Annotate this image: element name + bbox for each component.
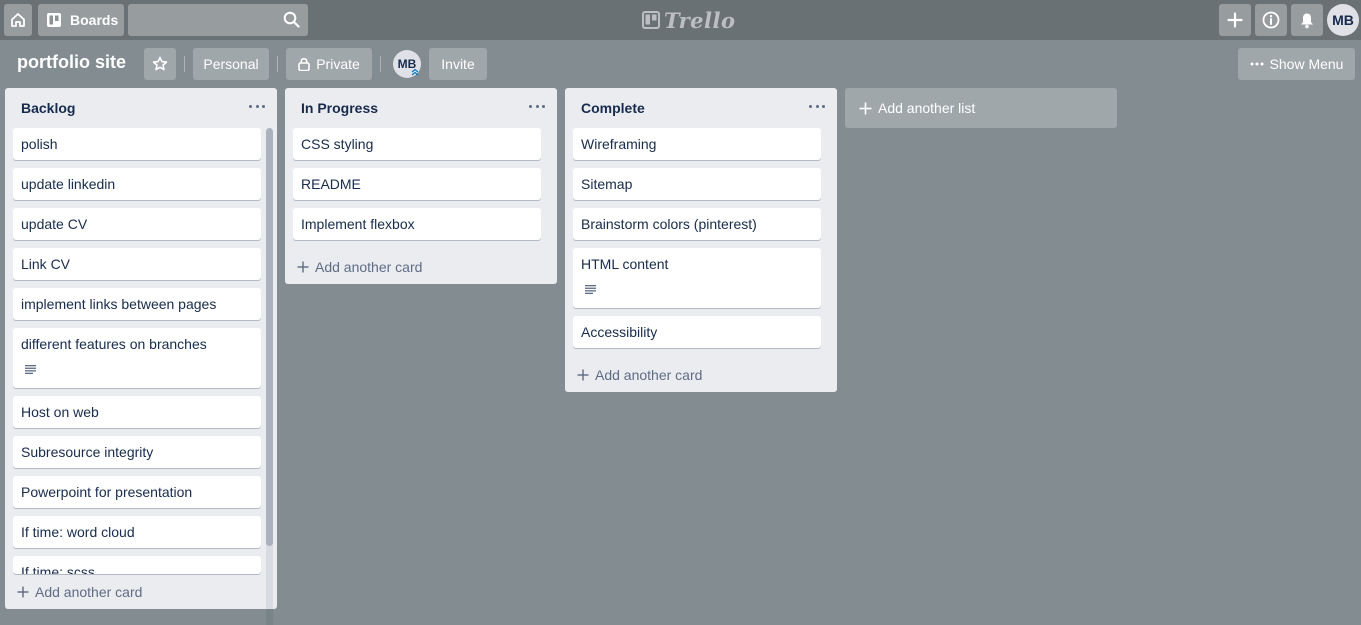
header-divider [380,56,381,72]
invite-label: Invite [441,56,475,72]
invite-button[interactable]: Invite [429,48,487,80]
description-icon [25,365,36,374]
card[interactable]: Sitemap [573,168,821,200]
info-button[interactable] [1255,4,1287,36]
plus-icon [17,586,29,598]
list-in-progress: In Progress CSS styling README Implement… [285,88,557,284]
add-card-label: Add another card [315,259,423,275]
boards-label: Boards [70,12,119,28]
plus-icon [859,102,872,114]
list-scrollbar-thumb[interactable] [266,128,273,546]
info-icon [1262,11,1280,29]
card[interactable]: If time: scss [13,556,261,574]
home-icon [11,13,25,27]
card[interactable]: Wireframing [573,128,821,160]
search-icon[interactable] [283,11,300,28]
card[interactable]: CSS styling [293,128,541,160]
card-title: different features on branches [21,336,207,352]
card[interactable]: polish [13,128,261,160]
boards-icon [47,13,61,27]
trello-logo[interactable]: Trello [642,7,736,33]
card[interactable]: Subresource integrity [13,436,261,468]
add-card-button[interactable]: Add another card [577,367,702,383]
home-button[interactable] [4,4,32,36]
trello-logo-icon [642,11,660,29]
card[interactable]: Implement flexbox [293,208,541,240]
description-icon [585,285,596,294]
star-button[interactable] [144,48,176,80]
list-backlog: Backlog polish update linkedin update CV… [5,88,277,625]
header-divider [277,56,278,72]
show-menu-button[interactable]: Show Menu [1238,48,1355,80]
show-menu-label: Show Menu [1269,56,1344,72]
top-header: Boards Trello MB [0,0,1361,40]
visibility-button[interactable]: Private [286,48,372,80]
card-title: HTML content [581,256,669,272]
notifications-button[interactable] [1291,4,1323,36]
bell-icon [1301,13,1313,28]
add-list-button[interactable]: Add another list [845,88,1117,128]
card[interactable]: If time: word cloud [13,516,261,548]
card[interactable]: README [293,168,541,200]
list-title[interactable]: Complete [581,100,645,116]
search-input[interactable] [128,4,308,36]
board-title[interactable]: portfolio site [17,52,126,73]
card[interactable]: Host on web [13,396,261,428]
add-card-button[interactable]: Add another card [297,259,422,275]
card-with-description[interactable]: different features on branches [13,328,261,388]
logo-text: Trello [664,7,736,33]
team-label: Personal [203,56,259,72]
add-list-label: Add another list [878,100,976,116]
card-with-description[interactable]: HTML content [573,248,821,308]
list-complete: Complete Wireframing Sitemap Brainstorm … [565,88,837,392]
list-menu-button[interactable] [809,98,825,114]
card[interactable]: update linkedin [13,168,261,200]
list-title[interactable]: In Progress [301,100,378,116]
list-menu-button[interactable] [249,98,265,114]
add-card-button[interactable]: Add another card [17,584,142,600]
card[interactable]: Brainstorm colors (pinterest) [573,208,821,240]
plus-icon [1227,12,1243,28]
list-menu-button[interactable] [529,98,545,114]
user-avatar[interactable]: MB [1327,4,1359,36]
card[interactable]: update CV [13,208,261,240]
list-title[interactable]: Backlog [21,100,75,116]
admin-chevron-icon [411,68,419,76]
add-card-label: Add another card [595,367,703,383]
card[interactable]: Accessibility [573,316,821,348]
boards-button[interactable]: Boards [38,4,124,36]
card[interactable]: implement links between pages [13,288,261,320]
star-icon [152,56,168,71]
team-button[interactable]: Personal [193,48,269,80]
visibility-label: Private [316,56,360,72]
lock-icon [298,57,311,71]
create-button[interactable] [1219,4,1251,36]
add-card-label: Add another card [35,584,143,600]
plus-icon [297,261,309,273]
more-icon [1250,62,1264,66]
card[interactable]: Powerpoint for presentation [13,476,261,508]
header-divider [184,56,185,72]
plus-icon [577,369,589,381]
card[interactable]: Link CV [13,248,261,280]
